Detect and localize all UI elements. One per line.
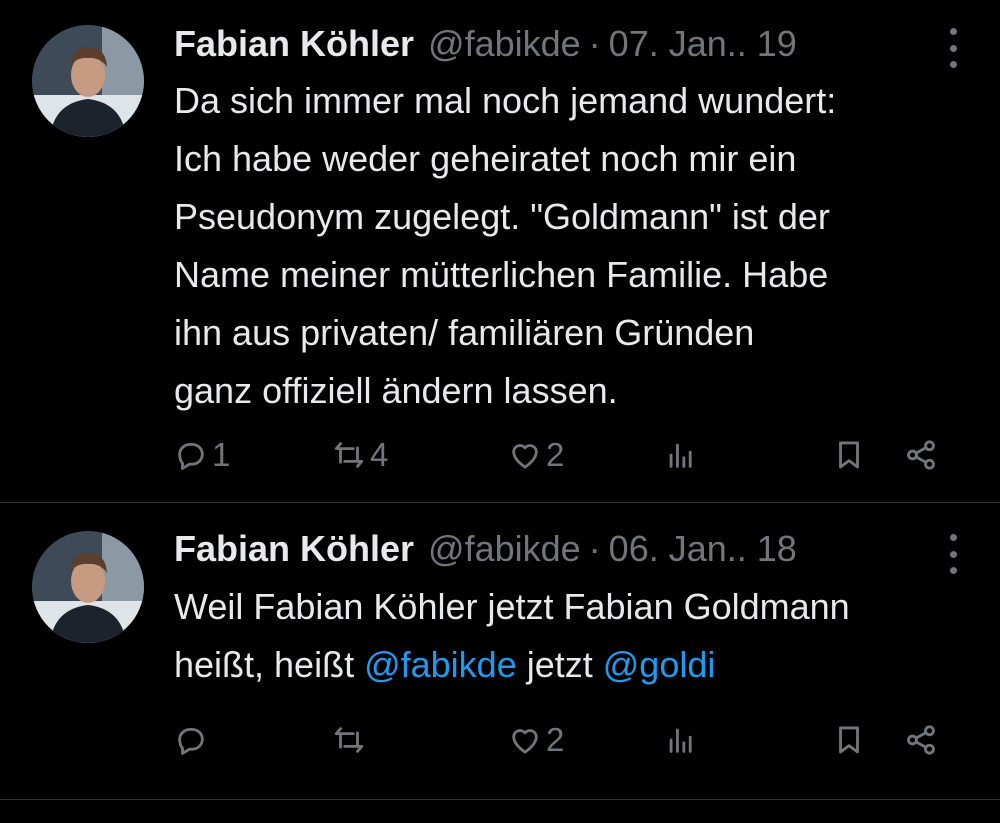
author-name[interactable]: Fabian Köhler xyxy=(174,23,414,65)
reply-icon xyxy=(178,442,204,470)
views-icon xyxy=(669,443,692,468)
author-handle[interactable]: @fabikde xyxy=(428,528,581,570)
avatar-photo xyxy=(32,531,144,643)
author-handle[interactable]: @fabikde xyxy=(428,23,581,65)
bookmark-button[interactable] xyxy=(832,430,866,480)
bookmark-icon xyxy=(839,726,859,754)
like-icon xyxy=(512,444,538,469)
separator-dot: · xyxy=(588,23,601,64)
views-button[interactable] xyxy=(664,715,698,765)
share-icon xyxy=(907,725,935,755)
tweet-divider xyxy=(0,799,1000,800)
retweet-button[interactable] xyxy=(332,715,370,765)
retweet-count: 4 xyxy=(370,436,389,473)
tweet-text-line: Da sich immer mal noch jemand wundert: xyxy=(174,80,837,121)
mention-link-fabikde[interactable]: @fabikde xyxy=(364,644,517,685)
tweet-date[interactable]: 06. Jan.. 18 xyxy=(609,528,797,570)
tweet-actions: 1 4 2 xyxy=(174,430,974,480)
tweet-text-line: Ich habe weder geheiratet noch mir ein xyxy=(174,138,797,179)
more-icon[interactable] xyxy=(946,28,960,68)
tweet-header: Fabian Köhler @fabikde · 06. Jan.. 18 xyxy=(174,527,920,571)
avatar[interactable] xyxy=(32,531,144,643)
tweet-text-segment: heißt, heißt xyxy=(174,644,365,685)
tweet-text-line: Pseudonym zugelegt. "Goldmann" ist der xyxy=(174,196,830,237)
tweet-text: Da sich immer mal noch jemand wundert: Ic… xyxy=(174,72,970,420)
bookmark-icon xyxy=(839,441,859,469)
tweet-text: Weil Fabian Köhler jetzt Fabian Goldmann… xyxy=(174,578,970,694)
like-count: 2 xyxy=(546,436,565,473)
reply-count: 1 xyxy=(212,436,231,473)
tweet-actions: 2 xyxy=(174,715,974,765)
tweet-text-line: ganz offiziell ändern lassen. xyxy=(174,370,618,411)
bookmark-button[interactable] xyxy=(832,715,866,765)
like-count: 2 xyxy=(546,721,565,758)
reply-icon xyxy=(178,727,204,755)
author-name[interactable]: Fabian Köhler xyxy=(174,528,414,570)
tweet-text-line: Name meiner mütterlichen Familie. Habe xyxy=(174,254,829,295)
avatar-photo xyxy=(32,25,144,137)
tweet-header: Fabian Köhler @fabikde · 07. Jan.. 19 xyxy=(174,22,920,66)
mention-link-goldi[interactable]: @goldi xyxy=(603,644,716,685)
tweet[interactable]: Fabian Köhler @fabikde · 06. Jan.. 18 We… xyxy=(0,503,1000,799)
share-icon xyxy=(907,440,935,470)
more-icon[interactable] xyxy=(946,534,960,574)
share-button[interactable] xyxy=(904,430,938,480)
tweet-text-line: heißt, heißt @fabikde jetzt @goldi xyxy=(174,636,970,694)
reply-button[interactable]: 1 xyxy=(174,430,230,480)
tweet[interactable]: Fabian Köhler @fabikde · 07. Jan.. 19 Da… xyxy=(0,0,1000,502)
reply-button[interactable] xyxy=(174,715,212,765)
tweet-date[interactable]: 07. Jan.. 19 xyxy=(609,23,797,65)
tweet-text-line: Weil Fabian Köhler jetzt Fabian Goldmann xyxy=(174,586,850,627)
tweet-text-segment: jetzt xyxy=(516,644,603,685)
retweet-icon xyxy=(334,442,364,468)
share-button[interactable] xyxy=(904,715,938,765)
like-icon xyxy=(512,729,538,754)
tweet-text-line: ihn aus privaten/ familiären Gründen xyxy=(174,312,755,353)
retweet-button[interactable]: 4 xyxy=(332,430,388,480)
views-button[interactable] xyxy=(664,430,698,480)
like-button[interactable]: 2 xyxy=(508,715,564,765)
separator-dot: · xyxy=(588,528,601,569)
retweet-icon xyxy=(334,727,364,753)
views-icon xyxy=(669,728,692,753)
avatar[interactable] xyxy=(32,25,144,137)
like-button[interactable]: 2 xyxy=(508,430,564,480)
